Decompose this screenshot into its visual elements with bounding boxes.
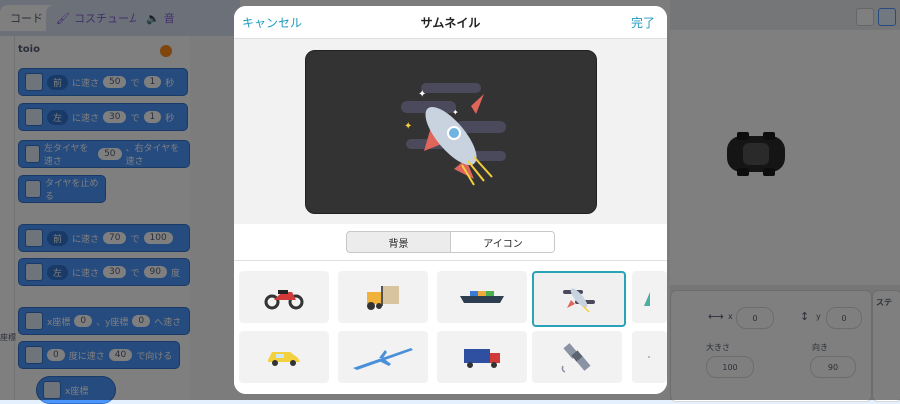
- icon-tile[interactable]: [632, 271, 667, 323]
- icon-tile-selected[interactable]: [532, 271, 626, 327]
- done-button[interactable]: 完了: [631, 14, 655, 31]
- satellite-icon: [561, 343, 591, 373]
- car-icon: [268, 352, 300, 366]
- airplane-icon: [353, 348, 413, 370]
- svg-text:✦: ✦: [404, 121, 412, 132]
- cargo-ship-icon: [460, 291, 504, 303]
- partial-icon: [643, 292, 650, 306]
- dialog-header: サムネイル キャンセル 完了: [234, 6, 667, 39]
- truck-icon: [464, 349, 500, 368]
- segment-bar: 背景 アイコン: [234, 224, 667, 261]
- icon-tile[interactable]: [437, 331, 527, 383]
- segment-icon[interactable]: アイコン: [450, 232, 554, 252]
- rocket-preview-icon: ✦ ✦ ✦: [401, 83, 506, 186]
- segment-background[interactable]: 背景: [347, 232, 450, 252]
- rocket-icon: [563, 288, 595, 313]
- partial-icon: [647, 356, 650, 358]
- thumbnail-dialog: サムネイル キャンセル 完了 ✦ ✦ ✦ 背景 アイコン: [234, 6, 667, 394]
- icon-tile[interactable]: [338, 271, 428, 323]
- icon-tile[interactable]: [632, 331, 667, 383]
- icon-tile[interactable]: [437, 271, 527, 323]
- icon-tile[interactable]: [239, 331, 329, 383]
- icon-tile[interactable]: [532, 331, 622, 383]
- motorcycle-icon: [264, 290, 304, 310]
- icon-tile[interactable]: [239, 271, 329, 323]
- svg-text:✦: ✦: [418, 89, 426, 100]
- icon-grid: [234, 261, 667, 394]
- category-segmented-control: 背景 アイコン: [346, 231, 555, 253]
- thumbnail-preview: ✦ ✦ ✦: [305, 50, 597, 214]
- icon-tile[interactable]: [338, 331, 428, 383]
- svg-text:✦: ✦: [452, 108, 459, 117]
- cancel-button[interactable]: キャンセル: [242, 14, 302, 31]
- forklift-icon: [367, 286, 399, 310]
